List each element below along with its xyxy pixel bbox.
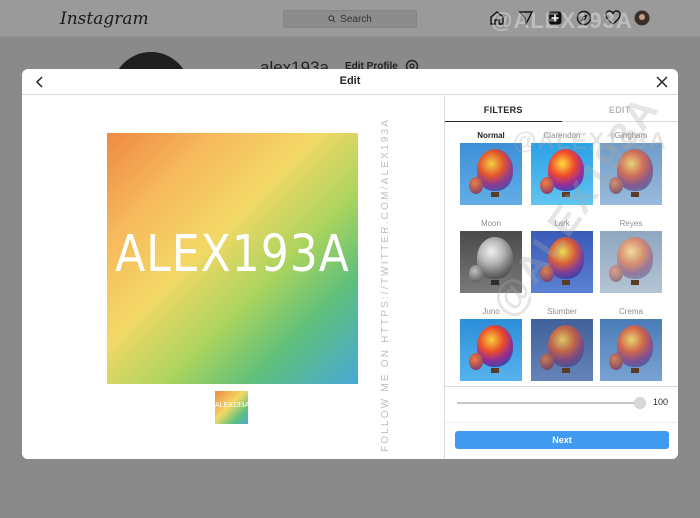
filter-strength-slider-handle[interactable] — [634, 397, 646, 409]
panel-divider-bottom — [445, 422, 678, 423]
next-button[interactable]: Next — [455, 431, 669, 449]
filter-thumbnail — [531, 319, 593, 381]
watermark-vertical: FOLLOW ME ON HTTPS://TWITTER.COM/ALEX193… — [380, 117, 391, 452]
filter-slumber[interactable]: Slumber — [531, 307, 593, 381]
filter-reyes[interactable]: Reyes — [600, 219, 662, 293]
thumbnail-text: ALEX193A — [215, 402, 250, 409]
filter-label: Reyes — [619, 219, 643, 228]
image-text: ALEX193A — [115, 225, 350, 284]
tab-filters[interactable]: FILTERS — [445, 96, 562, 122]
close-icon[interactable] — [654, 74, 670, 90]
filter-strength-value: 100 — [653, 397, 669, 407]
filter-strength-slider-track[interactable] — [457, 402, 641, 404]
search-icon — [328, 15, 336, 23]
search-placeholder: Search — [340, 13, 372, 25]
filter-crema[interactable]: Crema — [600, 307, 662, 381]
search-input[interactable]: Search — [283, 10, 417, 28]
filter-label: Moon — [480, 219, 501, 228]
modal-header: Edit — [22, 69, 678, 95]
panel-divider-horizontal — [445, 386, 678, 387]
filter-label: Slumber — [547, 307, 577, 316]
profile-avatar[interactable] — [633, 9, 651, 27]
filter-thumbnail — [600, 319, 662, 381]
modal-title: Edit — [339, 75, 361, 87]
filter-thumbnail — [460, 319, 522, 381]
filter-label: Crema — [618, 307, 643, 316]
filter-thumbnail — [600, 231, 662, 293]
instagram-logo[interactable]: Instagram — [60, 9, 149, 29]
image-preview: ALEX193A — [107, 133, 358, 384]
watermark-top: @ALEX193A — [491, 8, 633, 33]
image-thumbnail[interactable]: ALEX193A — [215, 391, 250, 424]
